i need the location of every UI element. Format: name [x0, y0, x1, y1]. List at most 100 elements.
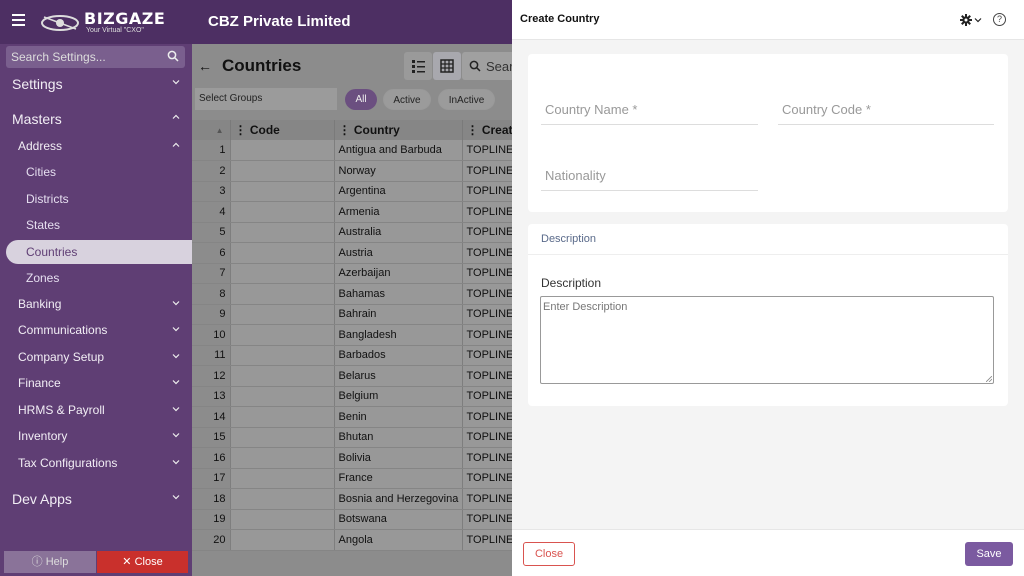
table-row[interactable]: 5 Australia TOPLINE — [192, 222, 513, 243]
sidebar-item-countries[interactable]: Countries — [6, 240, 192, 264]
country-name-placeholder: Country Name * — [545, 102, 638, 117]
country-code-field[interactable]: Country Code * — [778, 98, 994, 125]
column-header-country[interactable]: ⋮ Country — [334, 120, 463, 140]
cell-country: Belgium — [334, 386, 463, 407]
chevron-down-icon — [172, 354, 180, 359]
table-row[interactable]: 10 Bangladesh TOPLINE — [192, 324, 513, 346]
sidebar-item-company-setup[interactable]: Company Setup — [0, 345, 192, 369]
back-arrow-icon[interactable]: ← — [198, 58, 212, 74]
sidebar-item-finance[interactable]: Finance — [0, 371, 192, 395]
search-icon[interactable] — [167, 50, 179, 62]
column-header-code[interactable]: ⋮ Code — [230, 120, 335, 140]
row-number: 2 — [192, 160, 231, 182]
company-name: CBZ Private Limited — [208, 13, 351, 30]
cell-code — [230, 427, 335, 448]
chevron-down-icon — [172, 495, 180, 500]
sidebar-item-tax-configurations[interactable]: Tax Configurations — [0, 451, 192, 475]
description-section-header[interactable]: Description — [528, 224, 1008, 255]
column-menu-icon: ⋮ — [338, 123, 354, 137]
description-textarea[interactable]: Enter Description — [540, 296, 994, 384]
table-row[interactable]: 4 Armenia TOPLINE — [192, 201, 513, 223]
panel-header: Create Country ? — [512, 0, 1024, 40]
table-row[interactable]: 7 Azerbaijan TOPLINE — [192, 263, 513, 284]
row-number: 7 — [192, 263, 231, 284]
cell-country: Barbados — [334, 345, 463, 366]
panel-footer: Close Save — [512, 529, 1024, 576]
country-name-field[interactable]: Country Name * — [541, 98, 758, 125]
countries-table: ▲ ⋮ Code ⋮ Country ⋮ Create 1 Antigua and… — [192, 120, 513, 551]
list-view-icon — [412, 60, 425, 73]
logo-tagline: Your Virtual "CXO" — [86, 27, 144, 34]
cell-code — [230, 304, 335, 325]
cell-code — [230, 263, 335, 284]
row-number: 3 — [192, 181, 231, 202]
list-view-button[interactable] — [404, 52, 432, 80]
table-row[interactable]: 14 Benin TOPLINE — [192, 406, 513, 428]
sidebar-item-hrms-payroll[interactable]: HRMS & Payroll — [0, 398, 192, 422]
cell-created: TOPLINE — [462, 365, 513, 387]
filter-inactive-pill[interactable]: InActive — [438, 89, 495, 110]
sidebar-item-label: Company Setup — [18, 350, 105, 364]
sidebar-close-button[interactable]: ✕ Close — [97, 551, 188, 573]
chevron-down-icon — [172, 407, 180, 412]
sidebar-item-districts[interactable]: Districts — [0, 187, 192, 211]
close-button[interactable]: Close — [523, 542, 575, 566]
table-row[interactable]: 6 Austria TOPLINE — [192, 242, 513, 264]
table-row[interactable]: 12 Belarus TOPLINE — [192, 365, 513, 387]
cell-code — [230, 181, 335, 202]
filter-active-pill[interactable]: Active — [383, 89, 431, 110]
help-icon[interactable]: ? — [993, 13, 1006, 26]
nationality-placeholder: Nationality — [545, 168, 606, 183]
row-number: 15 — [192, 427, 231, 448]
cell-code — [230, 406, 335, 428]
grid-view-button[interactable] — [433, 52, 461, 80]
sidebar-item-cities[interactable]: Cities — [0, 160, 192, 184]
table-row[interactable]: 17 France TOPLINE — [192, 468, 513, 489]
column-menu-icon: ⋮ — [466, 123, 482, 137]
sidebar-item-states[interactable]: States — [0, 213, 192, 237]
sidebar-item-address[interactable]: Address — [0, 134, 192, 158]
resize-handle-icon[interactable] — [986, 376, 992, 382]
table-body: 1 Antigua and Barbuda TOPLINE 2 Norway TOPLIN… — [192, 140, 513, 551]
column-header-created[interactable]: ⋮ Create — [462, 120, 513, 140]
row-number: 6 — [192, 242, 231, 264]
table-row[interactable]: 9 Bahrain TOPLINE — [192, 304, 513, 325]
sidebar-item-settings[interactable]: Settings — [0, 71, 192, 95]
table-row[interactable]: 3 Argentina TOPLINE — [192, 181, 513, 202]
table-row[interactable]: 18 Bosnia and Herzegovina TOPLINE — [192, 488, 513, 510]
search-text: Sear — [486, 59, 514, 74]
table-row[interactable]: 11 Barbados TOPLINE — [192, 345, 513, 366]
chevron-up-icon — [172, 114, 180, 119]
sidebar-item-inventory[interactable]: Inventory — [0, 424, 192, 448]
table-row[interactable]: 19 Botswana TOPLINE — [192, 509, 513, 530]
chevron-down-icon[interactable] — [974, 16, 982, 24]
save-button[interactable]: Save — [965, 542, 1013, 566]
sidebar-item-banking[interactable]: Banking — [0, 292, 192, 316]
table-row[interactable]: 1 Antigua and Barbuda TOPLINE — [192, 140, 513, 161]
sidebar-item-zones[interactable]: Zones — [0, 266, 192, 290]
cell-created: TOPLINE — [462, 406, 513, 428]
row-number: 18 — [192, 488, 231, 510]
cell-created: TOPLINE — [462, 488, 513, 510]
row-number: 17 — [192, 468, 231, 489]
filter-all-pill[interactable]: All — [345, 89, 377, 110]
table-row[interactable]: 16 Bolivia TOPLINE — [192, 447, 513, 469]
cell-country: Angola — [334, 529, 463, 551]
help-button[interactable]: ⓘ Help — [4, 551, 96, 573]
table-row[interactable]: 8 Bahamas TOPLINE — [192, 283, 513, 305]
sidebar-item-communications[interactable]: Communications — [0, 318, 192, 342]
cell-country: Antigua and Barbuda — [334, 140, 463, 161]
settings-search-input[interactable]: Search Settings... — [6, 46, 185, 68]
sidebar-item-dev-apps[interactable]: Dev Apps — [0, 486, 192, 510]
table-row[interactable]: 13 Belgium TOPLINE — [192, 386, 513, 407]
table-row[interactable]: 15 Bhutan TOPLINE — [192, 427, 513, 448]
table-row[interactable]: 20 Angola TOPLINE — [192, 529, 513, 551]
sidebar: Search Settings... Settings Masters Addr… — [0, 44, 192, 576]
select-groups-dropdown[interactable]: Select Groups — [195, 88, 337, 110]
sidebar-item-masters[interactable]: Masters — [0, 106, 192, 130]
table-row[interactable]: 2 Norway TOPLINE — [192, 160, 513, 182]
hamburger-menu-icon[interactable] — [12, 14, 25, 28]
gear-icon[interactable] — [960, 14, 972, 26]
nationality-field[interactable]: Nationality — [541, 164, 758, 191]
sort-column-header[interactable]: ▲ — [192, 120, 231, 140]
